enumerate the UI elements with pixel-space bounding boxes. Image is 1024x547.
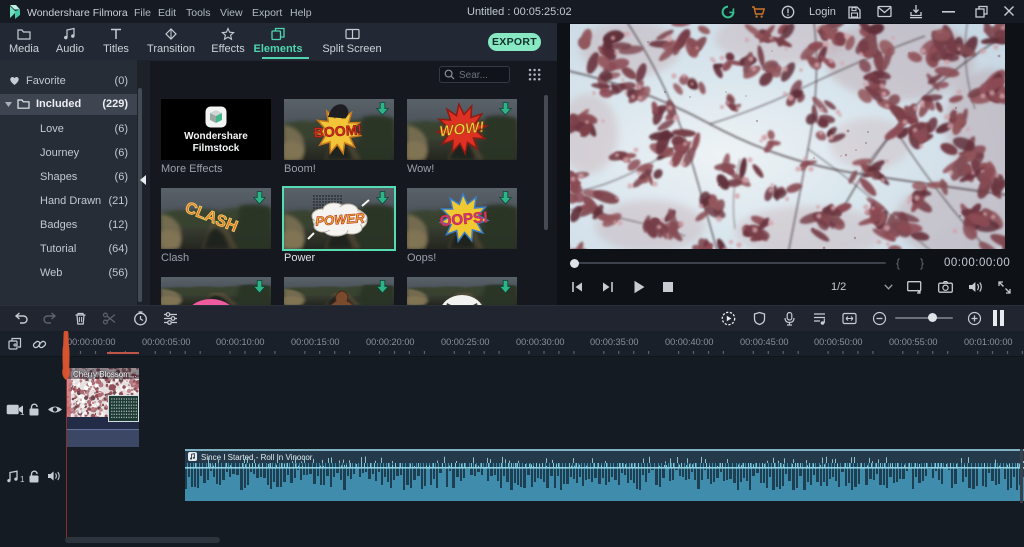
svg-text:BOOM!: BOOM! (313, 121, 362, 140)
svg-text:OOPS!: OOPS! (439, 209, 489, 230)
svg-text:CLASH: CLASH (182, 199, 239, 235)
